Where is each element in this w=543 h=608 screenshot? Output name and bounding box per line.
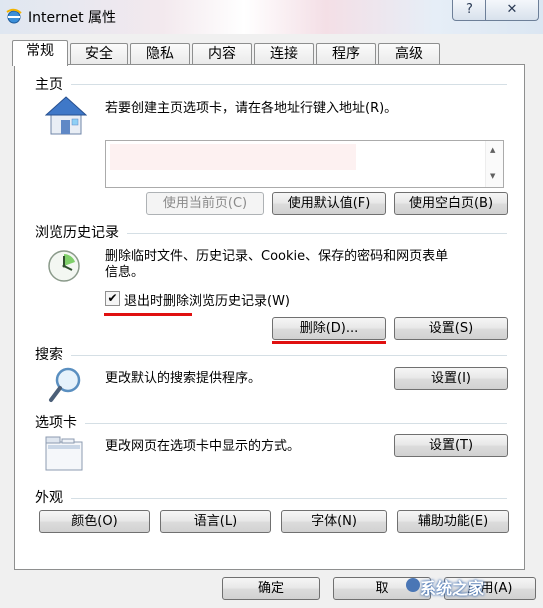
homepage-url-value xyxy=(110,144,356,170)
title-bar[interactable]: Internet 属性 ? ✕ xyxy=(0,0,543,34)
use-blank-button[interactable]: 使用空白页(B) xyxy=(394,192,508,215)
homepage-scrollbar[interactable]: ▲ ▼ xyxy=(485,141,503,187)
history-description-line2: 信息。 xyxy=(105,265,145,280)
window-title: Internet 属性 xyxy=(28,10,117,26)
tab-general[interactable]: 常规 xyxy=(12,40,68,66)
homepage-url-textarea[interactable]: ▲ ▼ xyxy=(105,140,504,188)
checkmark-icon: ✔ xyxy=(107,291,118,305)
watermark-text: 系统之家 xyxy=(420,579,485,598)
history-description-line1: 删除临时文件、历史记录、Cookie、保存的密码和网页表单 xyxy=(105,249,449,264)
tab-content[interactable]: 内容 xyxy=(192,43,252,65)
tab-privacy[interactable]: 隐私 xyxy=(130,43,190,65)
tabs-section-separator xyxy=(85,423,507,424)
tabs-section-description: 更改网页在选项卡中显示的方式。 xyxy=(105,439,301,454)
appearance-separator xyxy=(71,498,507,499)
use-current-button[interactable]: 使用当前页(C) xyxy=(146,192,264,215)
history-clock-icon xyxy=(44,248,84,288)
close-button[interactable]: ✕ xyxy=(485,0,539,21)
help-button[interactable]: ? xyxy=(452,0,487,21)
tab-security[interactable]: 安全 xyxy=(70,43,128,65)
fonts-button[interactable]: 字体(N) xyxy=(281,510,387,533)
homepage-separator xyxy=(71,84,507,85)
home-icon xyxy=(44,96,88,140)
delete-on-exit-label[interactable]: 退出时删除浏览历史记录(W) xyxy=(124,290,290,309)
tabbed-window-icon xyxy=(44,436,84,476)
scroll-down-icon[interactable]: ▼ xyxy=(490,172,495,180)
search-description: 更改默认的搜索提供程序。 xyxy=(105,371,262,386)
tab-advanced[interactable]: 高级 xyxy=(378,43,440,65)
tab-programs[interactable]: 程序 xyxy=(316,43,376,65)
magnifier-icon xyxy=(48,366,84,408)
history-separator xyxy=(127,233,507,234)
homepage-description: 若要创建主页选项卡，请在各地址行键入地址(R)。 xyxy=(105,101,398,116)
tabs-settings-button[interactable]: 设置(T) xyxy=(394,434,508,457)
delete-on-exit-checkbox[interactable]: ✔ xyxy=(105,291,120,306)
history-settings-button[interactable]: 设置(S) xyxy=(394,317,508,340)
languages-button[interactable]: 语言(L) xyxy=(160,510,271,533)
search-section-title: 搜索 xyxy=(35,347,63,363)
delete-history-button[interactable]: 删除(D)... xyxy=(272,317,386,340)
internet-explorer-icon xyxy=(5,7,23,25)
scroll-up-icon[interactable]: ▲ xyxy=(490,146,495,154)
search-settings-button[interactable]: 设置(I) xyxy=(394,367,508,390)
colors-button[interactable]: 颜色(O) xyxy=(39,510,150,533)
red-annotation-underline xyxy=(104,313,192,316)
ok-button[interactable]: 确定 xyxy=(222,577,320,600)
search-separator xyxy=(71,355,507,356)
use-default-button[interactable]: 使用默认值(F) xyxy=(272,192,386,215)
history-section-title: 浏览历史记录 xyxy=(35,225,119,241)
tabs-section-title: 选项卡 xyxy=(35,415,77,431)
accessibility-button[interactable]: 辅助功能(E) xyxy=(397,510,509,533)
tab-connections[interactable]: 连接 xyxy=(254,43,314,65)
red-annotation-underline xyxy=(272,341,386,344)
homepage-section-title: 主页 xyxy=(35,77,63,93)
watermark-logo-icon xyxy=(406,578,420,592)
appearance-section-title: 外观 xyxy=(35,490,63,506)
